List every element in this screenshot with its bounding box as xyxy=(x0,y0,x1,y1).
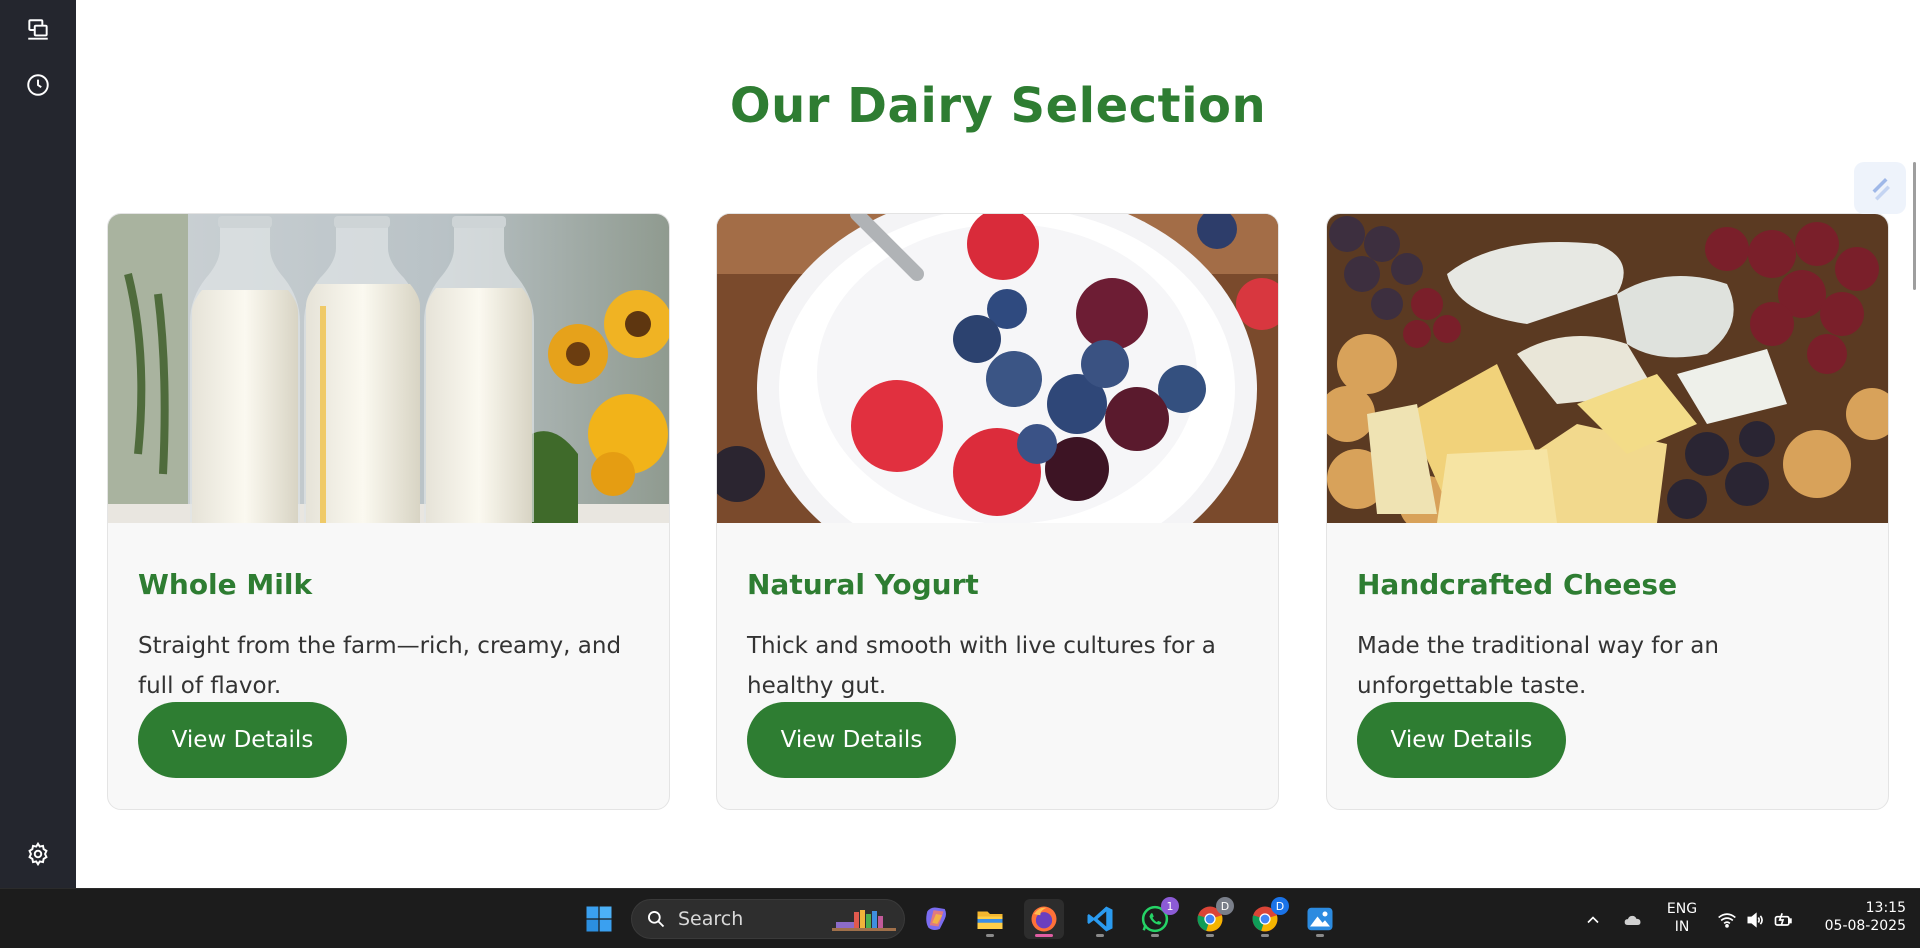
firefox-icon[interactable] xyxy=(1024,899,1064,939)
vscode-icon[interactable] xyxy=(1080,899,1120,939)
chrome-icon[interactable]: D xyxy=(1190,897,1234,939)
extension-float-button[interactable] xyxy=(1854,162,1906,214)
view-details-button[interactable]: View Details xyxy=(1357,702,1566,778)
file-explorer-icon[interactable] xyxy=(970,899,1010,939)
view-details-button[interactable]: View Details xyxy=(747,702,956,778)
taskbar: Search 1 D D ENG IN 13:15 05-08-2025 xyxy=(0,888,1920,948)
photos-icon[interactable] xyxy=(1300,899,1340,939)
clock-date: 05-08-2025 xyxy=(1824,918,1906,934)
language-line2: IN xyxy=(1674,919,1690,935)
language-line1: ENG xyxy=(1666,901,1698,917)
volume-icon[interactable] xyxy=(1744,909,1766,931)
left-sidebar xyxy=(0,0,76,888)
main-content: Our Dairy Selection Whole Milk Straight … xyxy=(76,0,1920,888)
yogurt-berries-photo xyxy=(717,214,1278,523)
product-card-yogurt: Natural Yogurt Thick and smooth with liv… xyxy=(716,213,1279,810)
profile-badge: D xyxy=(1271,897,1289,915)
notification-badge: 1 xyxy=(1161,897,1179,915)
wifi-icon[interactable] xyxy=(1716,909,1738,931)
view-details-button[interactable]: View Details xyxy=(138,702,347,778)
profile-badge: D xyxy=(1216,897,1234,915)
settings-icon[interactable] xyxy=(22,838,54,870)
scrollbar-thumb[interactable] xyxy=(1913,162,1916,290)
battery-icon[interactable] xyxy=(1772,909,1794,931)
taskbar-search[interactable]: Search xyxy=(631,899,905,939)
history-icon[interactable] xyxy=(22,69,54,101)
product-card-milk: Whole Milk Straight from the farm—rich, … xyxy=(107,213,670,810)
copilot-icon[interactable] xyxy=(916,899,956,939)
chrome-profile-icon[interactable]: D xyxy=(1245,897,1289,939)
clock[interactable]: 13:15 05-08-2025 xyxy=(1814,899,1906,935)
search-label: Search xyxy=(678,908,744,930)
devices-icon[interactable] xyxy=(22,14,54,46)
clock-time: 13:15 xyxy=(1865,900,1906,916)
windows-start-icon[interactable] xyxy=(579,899,619,939)
language-indicator[interactable]: ENG IN xyxy=(1662,900,1702,936)
card-description: Thick and smooth with live cultures for … xyxy=(747,633,1216,699)
card-description: Straight from the farm—rich, creamy, and… xyxy=(138,633,622,699)
section-title: Our Dairy Selection xyxy=(729,78,1267,134)
onedrive-cloud-icon[interactable] xyxy=(1622,909,1644,931)
chevron-up-icon[interactable] xyxy=(1582,909,1604,931)
card-title: Handcrafted Cheese xyxy=(1357,568,1678,601)
books-icon xyxy=(832,910,896,931)
search-icon xyxy=(648,911,665,928)
milk-bottles-photo xyxy=(108,214,669,523)
cheese-platter-photo xyxy=(1327,214,1888,523)
whatsapp-icon[interactable]: 1 xyxy=(1135,897,1179,939)
product-card-cheese: Handcrafted Cheese Made the traditional … xyxy=(1326,213,1889,810)
card-title: Whole Milk xyxy=(138,568,313,601)
card-title: Natural Yogurt xyxy=(747,568,979,601)
card-description: Made the traditional way for an unforget… xyxy=(1357,633,1719,699)
